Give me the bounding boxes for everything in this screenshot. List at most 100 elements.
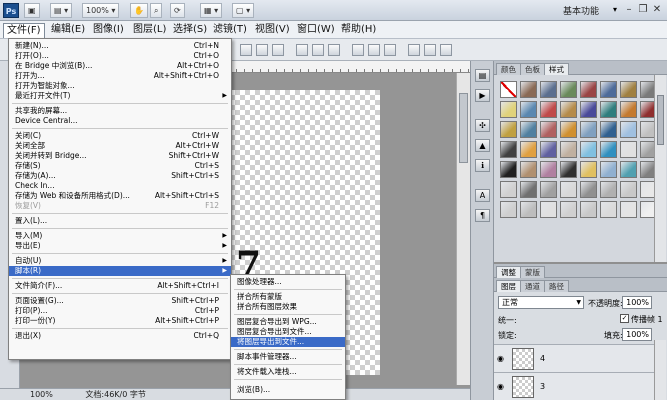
style-swatch[interactable]: [560, 81, 577, 98]
menu-item-open[interactable]: 打开(O)... Ctrl+O: [9, 51, 231, 61]
eye-icon[interactable]: ◉: [497, 354, 507, 363]
tab-styles[interactable]: 样式: [544, 63, 569, 75]
style-swatch[interactable]: [560, 141, 577, 158]
menu-item-open-recent[interactable]: 最近打开文件(T) ▶: [9, 91, 231, 101]
status-zoom[interactable]: 100%: [30, 390, 53, 399]
style-swatch[interactable]: [500, 101, 517, 118]
style-swatch[interactable]: [620, 141, 637, 158]
close-icon[interactable]: ✕: [650, 3, 664, 17]
style-swatch[interactable]: [520, 81, 537, 98]
screen-mode-button[interactable]: ▢ ▾: [232, 3, 255, 18]
menu-edit[interactable]: 编辑(E): [48, 23, 88, 38]
menu-window[interactable]: 窗口(W): [294, 23, 338, 38]
menu-item-close[interactable]: 关闭(C) Ctrl+W: [9, 131, 231, 141]
menu-item-device-central[interactable]: Device Central...: [9, 116, 231, 126]
style-swatch-none[interactable]: [500, 81, 517, 98]
menu-filter[interactable]: 滤镜(T): [210, 23, 250, 38]
arrange-documents-button[interactable]: ▦ ▾: [200, 3, 223, 18]
distribute-right-icon[interactable]: [440, 44, 452, 56]
style-swatch[interactable]: [580, 201, 597, 218]
menu-help[interactable]: 帮助(H): [338, 23, 379, 38]
menu-item-print[interactable]: 打印(P)... Ctrl+P: [9, 306, 231, 316]
menu-item-page-setup[interactable]: 页面设置(G)... Shift+Ctrl+P: [9, 296, 231, 306]
menu-item-save[interactable]: 存储(S) Ctrl+S: [9, 161, 231, 171]
menu-item-place[interactable]: 置入(L)...: [9, 216, 231, 226]
align-bottom-icon[interactable]: [272, 44, 284, 56]
layers-scrollbar[interactable]: [654, 340, 666, 400]
menu-view[interactable]: 视图(V): [252, 23, 293, 38]
style-swatch[interactable]: [580, 81, 597, 98]
rotate-view-button[interactable]: ⟳: [170, 3, 185, 18]
actions-panel-icon[interactable]: ▶: [475, 89, 490, 102]
info-panel-icon[interactable]: ℹ: [475, 159, 490, 172]
histogram-panel-icon[interactable]: ▲: [475, 139, 490, 152]
style-swatch[interactable]: [600, 101, 617, 118]
style-swatch[interactable]: [560, 121, 577, 138]
paragraph-panel-icon[interactable]: ¶: [475, 209, 490, 222]
submenu-item-export-layers-to-files[interactable]: 将图层导出到文件...: [231, 337, 345, 347]
view-extras-button[interactable]: ▤ ▾: [50, 3, 73, 18]
style-swatch[interactable]: [580, 141, 597, 158]
style-swatch[interactable]: [620, 81, 637, 98]
style-swatch[interactable]: [520, 121, 537, 138]
menu-item-scripts[interactable]: 脚本(R) ▶: [9, 266, 231, 276]
style-swatch[interactable]: [520, 161, 537, 178]
menu-item-share-my-screen[interactable]: 共享我的屏幕...: [9, 106, 231, 116]
menu-item-import[interactable]: 导入(M) ▶: [9, 231, 231, 241]
style-swatch[interactable]: [600, 201, 617, 218]
style-swatch[interactable]: [520, 141, 537, 158]
tab-paths[interactable]: 路径: [544, 280, 569, 292]
align-top-icon[interactable]: [240, 44, 252, 56]
style-swatch[interactable]: [620, 101, 637, 118]
style-swatch[interactable]: [580, 161, 597, 178]
menu-item-new[interactable]: 新建(N)... Ctrl+N: [9, 41, 231, 51]
style-swatch[interactable]: [540, 201, 557, 218]
menu-item-exit[interactable]: 退出(X) Ctrl+Q: [9, 331, 231, 341]
style-swatch[interactable]: [560, 181, 577, 198]
opacity-input[interactable]: 100%: [622, 296, 652, 309]
distribute-left-icon[interactable]: [408, 44, 420, 56]
submenu-item-image-processor[interactable]: 图像处理器...: [231, 277, 345, 287]
style-swatch[interactable]: [600, 81, 617, 98]
style-swatch[interactable]: [600, 181, 617, 198]
hand-tool-button[interactable]: ✋: [130, 3, 148, 18]
style-swatch[interactable]: [560, 201, 577, 218]
style-swatch[interactable]: [560, 101, 577, 118]
style-swatch[interactable]: [600, 121, 617, 138]
submenu-item-flatten-all-layer-effects[interactable]: 拼合所有图层效果: [231, 302, 345, 312]
menu-file[interactable]: 文件(F): [3, 23, 45, 38]
menu-item-browse-in-bridge[interactable]: 在 Bridge 中浏览(B)... Alt+Ctrl+O: [9, 61, 231, 71]
history-panel-icon[interactable]: ▤: [475, 69, 490, 82]
tab-channels[interactable]: 通道: [520, 280, 545, 292]
style-swatch[interactable]: [620, 161, 637, 178]
workspace-chevron-icon[interactable]: ▾: [613, 5, 617, 14]
style-swatch[interactable]: [520, 181, 537, 198]
navigator-panel-icon[interactable]: ✣: [475, 119, 490, 132]
style-swatch[interactable]: [580, 181, 597, 198]
menu-item-close-all[interactable]: 关闭全部 Alt+Ctrl+W: [9, 141, 231, 151]
tab-swatches[interactable]: 色板: [520, 63, 545, 75]
distribute-center-icon[interactable]: [424, 44, 436, 56]
style-swatch[interactable]: [500, 201, 517, 218]
layer-row[interactable]: ◉ 3: [494, 372, 654, 400]
zoom-tool-button[interactable]: ⌕: [150, 3, 163, 18]
align-center-icon[interactable]: [312, 44, 324, 56]
blend-mode-select[interactable]: 正常 ▼: [498, 296, 584, 309]
restore-icon[interactable]: ❐: [636, 3, 650, 17]
scrollbar-thumb[interactable]: [459, 93, 468, 163]
style-swatch[interactable]: [620, 121, 637, 138]
style-swatch[interactable]: [500, 121, 517, 138]
menu-item-open-as[interactable]: 打开为... Alt+Shift+Ctrl+O: [9, 71, 231, 81]
style-swatch[interactable]: [600, 161, 617, 178]
distribute-middle-icon[interactable]: [368, 44, 380, 56]
launch-bridge-button[interactable]: ▣: [24, 3, 40, 18]
style-swatch[interactable]: [620, 201, 637, 218]
menu-layer[interactable]: 图层(L): [130, 23, 169, 38]
style-swatch[interactable]: [500, 161, 517, 178]
submenu-item-layer-comps-to-files[interactable]: 图层复合导出到文件...: [231, 327, 345, 337]
submenu-item-layer-comps-to-wpg[interactable]: 图层复合导出到 WPG...: [231, 317, 345, 327]
styles-scrollbar[interactable]: [654, 75, 666, 262]
workspace-label[interactable]: 基本功能: [563, 4, 599, 17]
align-right-icon[interactable]: [328, 44, 340, 56]
style-swatch[interactable]: [540, 161, 557, 178]
